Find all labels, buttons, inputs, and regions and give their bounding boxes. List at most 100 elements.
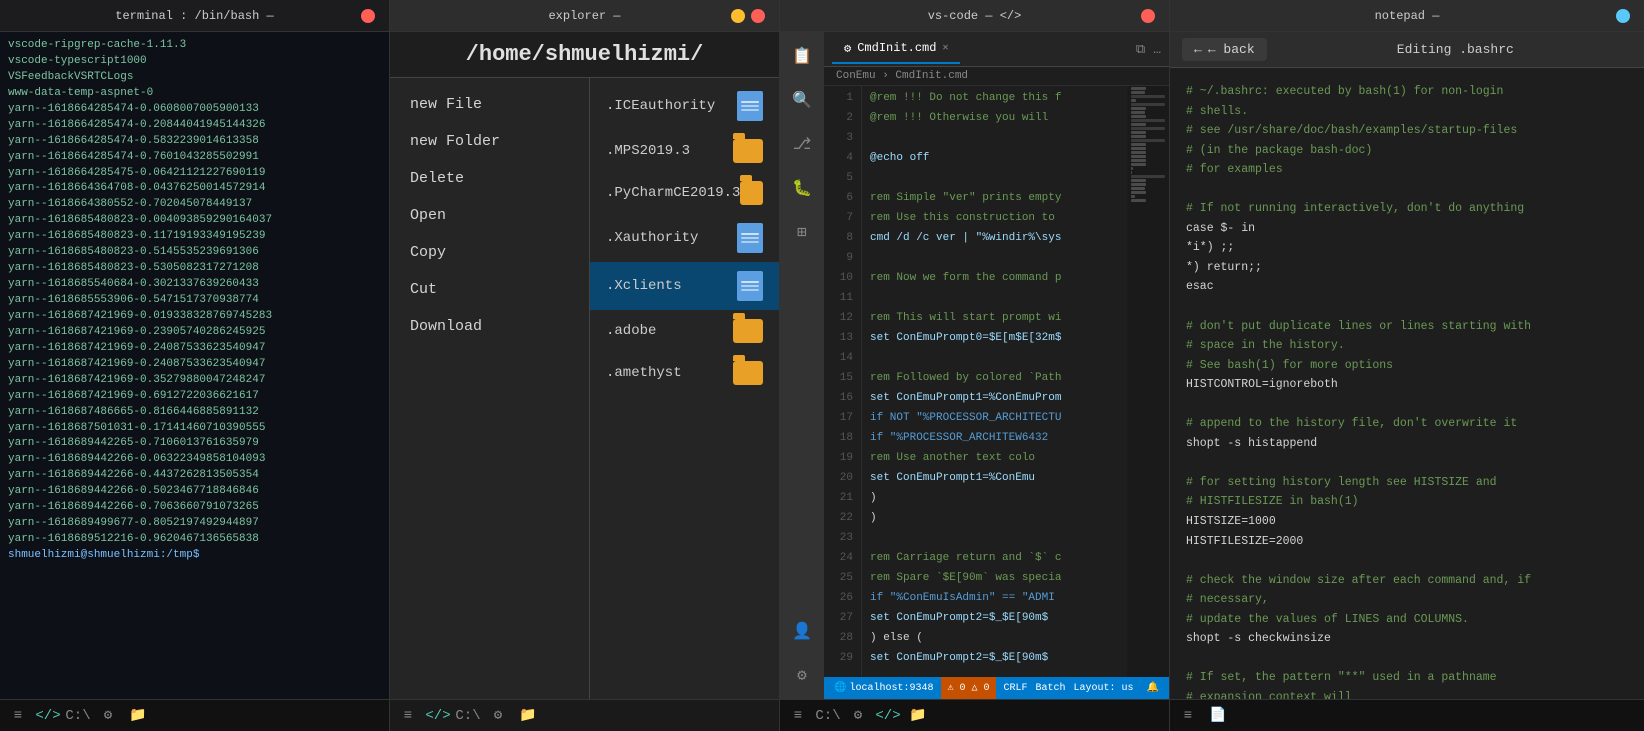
line-number: 24	[824, 550, 853, 570]
code-line: )	[870, 490, 1119, 510]
terminal-bar-icon-1[interactable]: ≡	[8, 706, 28, 726]
terminal-close-button[interactable]	[361, 9, 375, 23]
file-item[interactable]: .ICEauthority	[590, 82, 779, 130]
notepad-line: # necessary,	[1186, 590, 1628, 610]
explorer-bar-icon-5[interactable]: 📁	[518, 706, 538, 726]
vscode-tab-label: CmdInit.cmd	[857, 41, 936, 55]
notepad-line	[1186, 297, 1628, 317]
vscode-bell-icon[interactable]: 🔔	[1147, 682, 1159, 694]
vscode-status-encoding[interactable]: Batch	[1036, 683, 1066, 694]
terminal-bar-icon-3[interactable]: C:\	[68, 706, 88, 726]
vscode-extensions-icon[interactable]: ⊞	[786, 216, 818, 248]
terminal-line: yarn--1618687486665-0.8166446885891132	[8, 405, 381, 421]
vscode-tab-close[interactable]: ✕	[942, 42, 948, 54]
notepad-line: # ~/.bashrc: executed by bash(1) for non…	[1186, 82, 1628, 102]
terminal-line: yarn--1618664285474-0.0608007005900133	[8, 102, 381, 118]
file-item[interactable]: .Xclients	[590, 262, 779, 310]
vscode-git-icon[interactable]: ⎇	[786, 128, 818, 160]
notepad-line	[1186, 649, 1628, 669]
vscode-more-icon[interactable]: …	[1153, 42, 1161, 57]
terminal-prompt-line: shmuelhizmi@shmuelhizmi:/tmp$	[8, 548, 381, 564]
minimap-line	[1131, 99, 1136, 102]
notepad-content[interactable]: # ~/.bashrc: executed by bash(1) for non…	[1170, 68, 1644, 699]
notepad-line: case $- in	[1186, 219, 1628, 239]
explorer-close-button[interactable]	[751, 9, 765, 23]
file-name: .adobe	[606, 323, 656, 339]
vscode-status-warnings[interactable]: ⚠ 0 △ 0	[941, 677, 995, 699]
action-new-file[interactable]: new File	[390, 86, 589, 123]
file-item[interactable]: .PyCharmCE2019.3	[590, 172, 779, 214]
line-number: 1	[824, 90, 853, 110]
notepad-line: # append to the history file, don't over…	[1186, 414, 1628, 434]
line-number: 2	[824, 110, 853, 130]
code-line	[870, 250, 1119, 270]
vscode-status-host[interactable]: 🌐 localhost:9348	[834, 682, 933, 694]
vscode-status-eol[interactable]: CRLF	[1004, 683, 1028, 694]
file-item[interactable]: .adobe	[590, 310, 779, 352]
file-item[interactable]: .MPS2019.3	[590, 130, 779, 172]
terminal-bar-icon-5[interactable]: 📁	[128, 706, 148, 726]
folder-icon	[733, 319, 763, 343]
vscode-split-icon[interactable]: ⧉	[1136, 42, 1145, 57]
minimap-line	[1131, 91, 1145, 94]
action-cut[interactable]: Cut	[390, 271, 589, 308]
code-line	[870, 350, 1119, 370]
terminal-line: yarn--1618687421969-0.019338328769745283	[8, 309, 381, 325]
vscode-debug-icon[interactable]: 🐛	[786, 172, 818, 204]
minimap-line	[1131, 187, 1145, 190]
minimap-line	[1131, 163, 1146, 166]
explorer-bar-icon-2[interactable]: </>	[428, 706, 448, 726]
vscode-code-area[interactable]: 1234567891011121314151617181920212223242…	[824, 86, 1169, 677]
code-line: if NOT "%PROCESSOR_ARCHITECTU	[870, 410, 1119, 430]
vscode-bar-icon-5[interactable]: 📁	[908, 706, 928, 726]
terminal-line: yarn--1618664285474-0.20844041945144326	[8, 118, 381, 134]
minimap-line	[1131, 127, 1165, 130]
file-item[interactable]: .amethyst	[590, 352, 779, 394]
terminal-line: yarn--1618664285474-0.7601043285502991	[8, 150, 381, 166]
terminal-line: yarn--1618687421969-0.24087533623540947	[8, 357, 381, 373]
terminal-line: yarn--1618685480823-0.004093859290164037	[8, 213, 381, 229]
vscode-bar-icon-4[interactable]: </>	[878, 706, 898, 726]
notepad-line	[1186, 395, 1628, 415]
vscode-host-label: localhost:9348	[849, 683, 933, 694]
terminal-line: yarn--1618687421969-0.35279880047248247	[8, 373, 381, 389]
vscode-files-icon[interactable]: 📋	[786, 40, 818, 72]
action-open[interactable]: Open	[390, 197, 589, 234]
notepad-line	[1186, 180, 1628, 200]
action-new-folder[interactable]: new Folder	[390, 123, 589, 160]
file-item[interactable]: .Xauthority	[590, 214, 779, 262]
terminal-line: yarn--1618664285474-0.5832239014613358	[8, 134, 381, 150]
vscode-bar-icon-2[interactable]: C:\	[818, 706, 838, 726]
action-download[interactable]: Download	[390, 308, 589, 345]
vscode-tab-cmdinit[interactable]: ⚙ CmdInit.cmd ✕	[832, 35, 960, 64]
vscode-bar-icon-3[interactable]: ⚙	[848, 706, 868, 726]
line-number: 13	[824, 330, 853, 350]
vscode-close-button[interactable]	[1141, 9, 1155, 23]
vscode-account-icon[interactable]: 👤	[786, 615, 818, 647]
explorer-bar-icon-1[interactable]: ≡	[398, 706, 418, 726]
minimap-line	[1131, 115, 1146, 118]
vscode-status-layout[interactable]: Layout: us	[1074, 683, 1134, 694]
terminal-bar-icon-2[interactable]: </>	[38, 706, 58, 726]
action-delete[interactable]: Delete	[390, 160, 589, 197]
action-copy[interactable]: Copy	[390, 234, 589, 271]
code-line: )	[870, 510, 1119, 530]
vscode-search-icon[interactable]: 🔍	[786, 84, 818, 116]
notepad-bar-icon-1[interactable]: ≡	[1178, 706, 1198, 726]
vscode-bar-icon-1[interactable]: ≡	[788, 706, 808, 726]
vscode-settings-icon[interactable]: ⚙	[786, 659, 818, 691]
vscode-title: vs-code — </>	[928, 9, 1022, 23]
notepad-icon	[1616, 9, 1630, 23]
code-line: rem Use this construction to	[870, 210, 1119, 230]
back-button[interactable]: ← ← back	[1182, 38, 1267, 61]
terminal-line: yarn--1618685553906-0.5471517370938774	[8, 293, 381, 309]
minimap-line	[1131, 167, 1133, 170]
notepad-line: HISTSIZE=1000	[1186, 512, 1628, 532]
explorer-bar-icon-3[interactable]: C:\	[458, 706, 478, 726]
notepad-bar-icon-2[interactable]: 📄	[1208, 706, 1228, 726]
explorer-bar-icon-4[interactable]: ⚙	[488, 706, 508, 726]
terminal-content[interactable]: vscode-ripgrep-cache-1.11.3vscode-typesc…	[0, 32, 389, 699]
doc-icon	[737, 223, 763, 253]
terminal-bar-icon-4[interactable]: ⚙	[98, 706, 118, 726]
vscode-code-content[interactable]: @rem !!! Do not change this f@rem !!! Ot…	[862, 86, 1127, 677]
